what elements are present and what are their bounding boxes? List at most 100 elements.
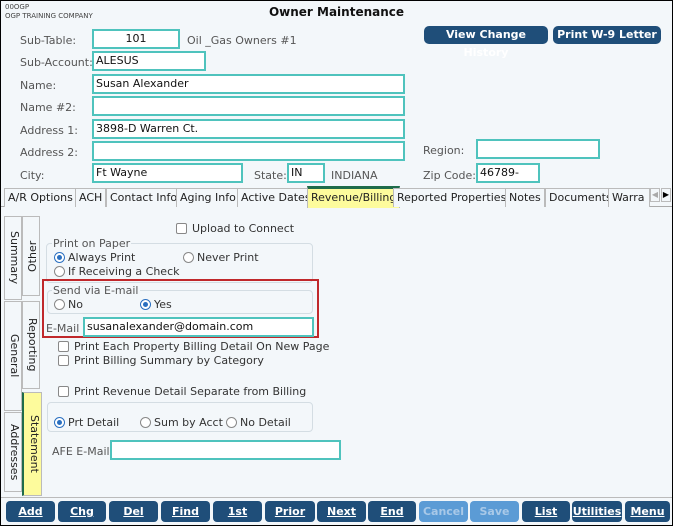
view-change-history-button[interactable]: View Change History xyxy=(424,26,548,59)
email-field[interactable]: susanalexander@domain.com xyxy=(83,317,314,337)
list-button[interactable]: List xyxy=(522,501,570,522)
email-yes-radio[interactable]: Yes xyxy=(140,298,172,311)
yes-label: Yes xyxy=(154,298,172,311)
sub-table-description: Oil _Gas Owners #1 xyxy=(187,34,297,47)
send-via-email-label: Send via E-mail xyxy=(52,284,140,297)
divider xyxy=(1,497,672,498)
upload-label: Upload to Connect xyxy=(192,222,295,235)
print-w9-letter-button[interactable]: Print W-9 Letter xyxy=(553,26,661,44)
tab-warranty[interactable]: Warra xyxy=(608,188,650,207)
first-button[interactable]: 1st xyxy=(213,501,262,522)
tab-scroll-right-icon[interactable]: ▶ xyxy=(661,188,671,202)
find-button[interactable]: Find xyxy=(161,501,210,522)
add-button[interactable]: Add xyxy=(6,501,55,522)
sub-table-label: Sub-Table: xyxy=(20,34,77,47)
tab-contact-info[interactable]: Contact Info xyxy=(106,188,182,207)
name2-field[interactable] xyxy=(92,96,405,116)
upload-to-connect-checkbox[interactable]: Upload to Connect xyxy=(176,222,294,235)
tab-scroll-left-icon[interactable]: ◀ xyxy=(650,188,660,202)
zip-field[interactable]: 46789- xyxy=(476,163,540,183)
tab-ach[interactable]: ACH xyxy=(75,188,107,207)
no-label: No xyxy=(68,298,83,311)
radio-selected-icon xyxy=(140,299,151,310)
del-button[interactable]: Del xyxy=(109,501,158,522)
name2-label: Name #2: xyxy=(20,101,76,114)
revenue-detail-checkbox[interactable]: Print Revenue Detail Separate from Billi… xyxy=(58,385,306,398)
side-tab-summary[interactable]: Summary xyxy=(4,216,22,300)
afe-email-label: AFE E-Mail xyxy=(52,445,110,458)
always-print-radio[interactable]: Always Print xyxy=(54,251,135,264)
afe-email-field[interactable] xyxy=(110,440,341,460)
tab-bar: A/R Options ACH Contact Info Aging Info … xyxy=(1,186,672,208)
tab-aging-info[interactable]: Aging Info xyxy=(176,188,240,207)
tab-revenue-billing[interactable]: Revenue/Billing xyxy=(307,186,401,208)
radio-icon xyxy=(226,417,237,428)
print-on-paper-label: Print on Paper xyxy=(52,237,132,250)
radio-icon xyxy=(54,299,65,310)
state-name: INDIANA xyxy=(331,169,378,182)
sub-account-label: Sub-Account: xyxy=(20,56,93,69)
address2-field[interactable] xyxy=(92,141,405,161)
state-label: State: xyxy=(254,169,287,182)
zip-label: Zip Code: xyxy=(423,169,476,182)
prt-detail-label: Prt Detail xyxy=(68,416,120,429)
radio-selected-icon xyxy=(54,417,65,428)
region-field[interactable] xyxy=(476,139,600,159)
sub-table-field[interactable]: 101 xyxy=(92,29,180,49)
address2-label: Address 2: xyxy=(20,146,79,159)
sub-account-field[interactable]: ALESUS xyxy=(92,51,206,71)
checkbox-icon xyxy=(58,341,69,352)
side-tab-statement[interactable]: Statement xyxy=(22,392,42,496)
tab-ar-options[interactable]: A/R Options xyxy=(4,188,77,207)
tab-active-dates[interactable]: Active Dates xyxy=(237,188,315,207)
tab-reported-properties[interactable]: Reported Properties xyxy=(393,188,511,207)
side-tab-other[interactable]: Other xyxy=(22,216,40,296)
save-button[interactable]: Save xyxy=(470,501,519,522)
side-tab-general[interactable]: General xyxy=(4,301,22,411)
side-tab-addresses[interactable]: Addresses xyxy=(4,412,22,492)
next-button[interactable]: Next xyxy=(317,501,366,522)
name-field[interactable]: Susan Alexander xyxy=(92,74,405,94)
billing-summary-checkbox[interactable]: Print Billing Summary by Category xyxy=(58,354,264,367)
checkbox-icon xyxy=(58,386,69,397)
radio-icon xyxy=(54,266,65,277)
state-field[interactable]: IN xyxy=(287,163,325,183)
no-detail-label: No Detail xyxy=(240,416,291,429)
tab-documents[interactable]: Documents xyxy=(545,188,616,207)
no-detail-radio[interactable]: No Detail xyxy=(226,416,291,429)
chg-button[interactable]: Chg xyxy=(58,501,106,522)
if-receiving-check-label: If Receiving a Check xyxy=(68,265,180,278)
email-no-radio[interactable]: No xyxy=(54,298,83,311)
checkbox-icon xyxy=(58,355,69,366)
menu-button[interactable]: Menu xyxy=(625,501,670,522)
prior-button[interactable]: Prior xyxy=(265,501,315,522)
email-label: E-Mail xyxy=(46,322,80,335)
always-print-label: Always Print xyxy=(68,251,136,264)
address1-label: Address 1: xyxy=(20,124,79,137)
name-label: Name: xyxy=(20,79,57,92)
address1-field[interactable]: 3898-D Warren Ct. xyxy=(92,119,405,139)
page-title: Owner Maintenance xyxy=(268,5,405,19)
tab-notes[interactable]: Notes xyxy=(505,188,545,207)
radio-icon xyxy=(183,252,194,263)
sum-by-acct-label: Sum by Acct xyxy=(154,416,223,429)
never-print-radio[interactable]: Never Print xyxy=(183,251,259,264)
billing-summary-label: Print Billing Summary by Category xyxy=(74,354,264,367)
checkbox-icon xyxy=(176,223,187,234)
side-tab-reporting[interactable]: Reporting xyxy=(22,301,40,389)
prt-detail-radio[interactable]: Prt Detail xyxy=(54,416,119,429)
end-button[interactable]: End xyxy=(368,501,416,522)
utilities-button[interactable]: Utilities xyxy=(572,501,622,522)
region-label: Region: xyxy=(423,144,465,157)
never-print-label: Never Print xyxy=(197,251,259,264)
radio-icon xyxy=(140,417,151,428)
each-property-label: Print Each Property Billing Detail On Ne… xyxy=(74,340,330,353)
owner-maintenance-window: 00OGP OGP TRAINING COMPANY Owner Mainten… xyxy=(1,1,672,525)
each-property-checkbox[interactable]: Print Each Property Billing Detail On Ne… xyxy=(58,340,329,353)
cancel-button[interactable]: Cancel xyxy=(419,501,468,522)
revenue-detail-label: Print Revenue Detail Separate from Billi… xyxy=(74,385,307,398)
if-receiving-check-radio[interactable]: If Receiving a Check xyxy=(54,265,180,278)
city-field[interactable]: Ft Wayne xyxy=(92,163,243,183)
city-label: City: xyxy=(20,169,45,182)
sum-by-acct-radio[interactable]: Sum by Acct xyxy=(140,416,223,429)
